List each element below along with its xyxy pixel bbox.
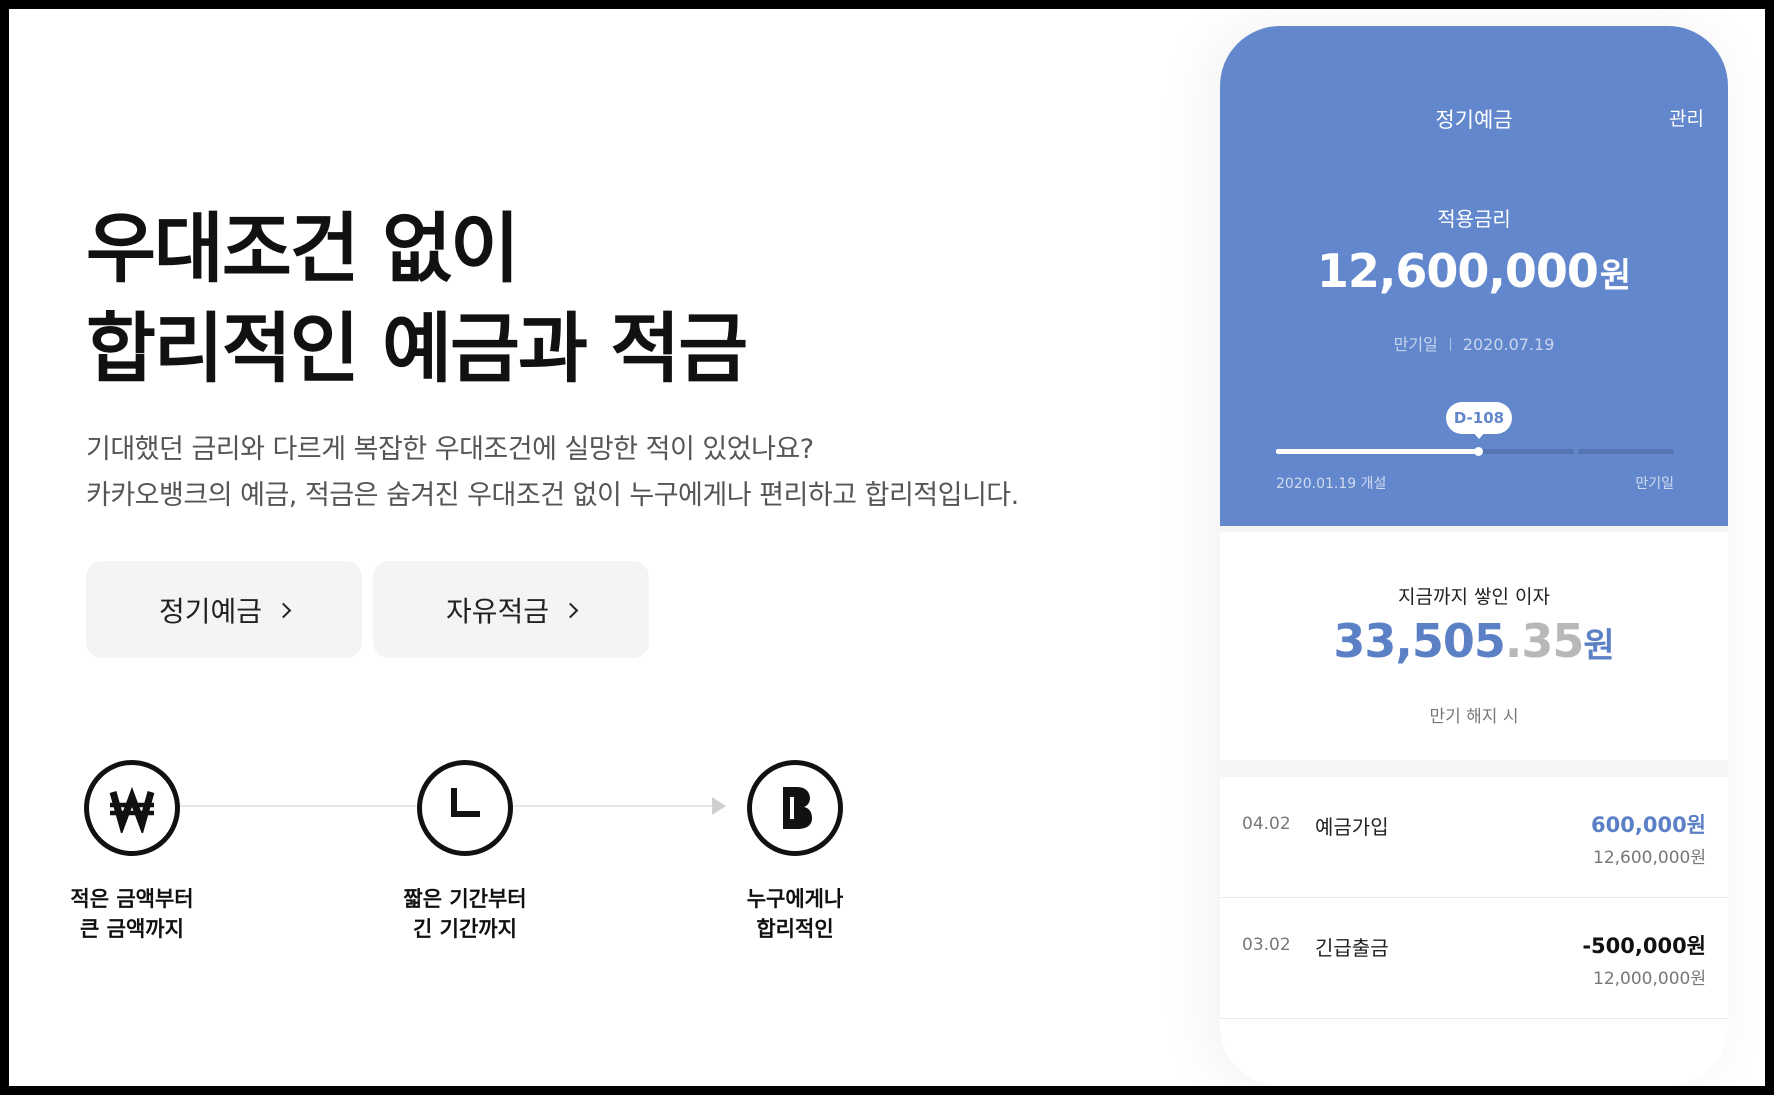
transaction-amount: 600,000원: [1591, 813, 1706, 837]
interest-decimal: .35: [1504, 614, 1584, 668]
interest-amount: 33,505.35원: [1220, 614, 1728, 668]
balance-unit: 원: [1599, 256, 1632, 296]
balance-value: 12,600,000: [1316, 244, 1599, 298]
step-2-label: 짧은 기간부터 긴 기간까지: [345, 884, 585, 944]
progress-segment: [1477, 449, 1574, 454]
maturity-info: 만기일 2020.07.19: [1220, 331, 1728, 355]
hero-title-line-1: 우대조건 없이: [86, 204, 520, 293]
transaction-name: 예금가입: [1315, 815, 1389, 839]
step-1-line-1: 적은 금액부터: [70, 887, 194, 911]
hero-title: 우대조건 없이 합리적인 예금과 적금: [86, 199, 748, 399]
free-savings-button-label: 자유적금: [445, 594, 550, 628]
progress-end-label: 만기일: [1635, 476, 1674, 492]
transaction-row[interactable]: 04.02 예금가입 600,000원 12,600,000원: [1220, 777, 1728, 898]
step-3-label: 누구에게나 합리적인: [675, 884, 915, 944]
balance-amount: 12,600,000원: [1220, 244, 1728, 298]
page: 우대조건 없이 합리적인 예금과 적금 기대했던 금리와 다르게 복잡한 우대조…: [9, 9, 1765, 1086]
progress-fill: [1276, 449, 1479, 454]
phone-mockup: 정기예금 관리 적용금리 12,600,000원 만기일 2020.07.19 D…: [1220, 26, 1728, 1086]
deposit-summary-header: 정기예금 관리 적용금리 12,600,000원 만기일 2020.07.19 D…: [1220, 26, 1728, 526]
transaction-amount: -500,000원: [1582, 934, 1706, 958]
transaction-date: 04.02: [1242, 814, 1291, 834]
progress-segment: [1577, 449, 1674, 454]
step-2-line-2: 긴 기간까지: [413, 917, 517, 941]
fixed-deposit-button[interactable]: 정기예금: [86, 561, 362, 658]
fixed-deposit-button-label: 정기예금: [158, 594, 263, 628]
transaction-row[interactable]: 03.02 긴급출금 -500,000원 12,000,000원: [1220, 898, 1728, 1019]
rate-label: 적용금리: [1437, 207, 1511, 231]
transaction-balance: 12,000,000원: [1593, 969, 1706, 989]
arrow-right-icon: [712, 797, 726, 815]
step-2-line-1: 짧은 기간부터: [403, 887, 527, 911]
progress-marker: [1474, 447, 1484, 456]
won-icon: [84, 760, 180, 856]
hero-title-line-2: 합리적인 예금과 적금: [86, 304, 748, 393]
progress-start-label: 2020.01.19 개설: [1276, 476, 1387, 492]
phone-title: 정기예금: [1435, 108, 1513, 132]
interest-label: 지금까지 쌓인 이자: [1398, 586, 1550, 608]
clock-icon: [417, 760, 513, 856]
chevron-right-icon: [562, 602, 579, 619]
divider: [1449, 338, 1451, 351]
dday-badge: D-108: [1445, 402, 1512, 434]
maturity-label: 만기일: [1393, 335, 1438, 354]
step-1-label: 적은 금액부터 큰 금액까지: [12, 884, 252, 944]
free-savings-button[interactable]: 자유적금: [373, 561, 649, 658]
bank-b-icon: [747, 760, 843, 856]
transaction-list: 04.02 예금가입 600,000원 12,600,000원 03.02 긴급…: [1220, 777, 1728, 1086]
step-1-line-2: 큰 금액까지: [80, 917, 184, 941]
transaction-balance: 12,600,000원: [1593, 848, 1706, 868]
hero-description: 기대했던 금리와 다르게 복잡한 우대조건에 실망한 적이 있었나요? 카카오뱅…: [86, 427, 1019, 519]
maturity-date: 2020.07.19: [1462, 335, 1555, 354]
transaction-name: 긴급출금: [1315, 936, 1389, 960]
manage-button[interactable]: 관리: [1669, 104, 1704, 131]
chevron-right-icon: [275, 602, 292, 619]
hero-description-line-1: 기대했던 금리와 다르게 복잡한 우대조건에 실망한 적이 있었나요?: [86, 434, 814, 465]
interest-card: 지금까지 쌓인 이자 33,505.35원 만기 해지 시: [1220, 532, 1728, 760]
interest-note: 만기 해지 시: [1429, 707, 1519, 727]
step-3-line-2: 합리적인: [756, 917, 834, 941]
step-3-line-1: 누구에게나: [746, 887, 844, 911]
dday-badge-pointer: [1471, 431, 1486, 439]
interest-integer: 33,505: [1333, 614, 1506, 668]
interest-unit: 원: [1583, 626, 1615, 666]
transaction-date: 03.02: [1242, 935, 1291, 955]
hero-description-line-2: 카카오뱅크의 예금, 적금은 숨겨진 우대조건 없이 누구에게나 편리하고 합리…: [86, 480, 1019, 511]
